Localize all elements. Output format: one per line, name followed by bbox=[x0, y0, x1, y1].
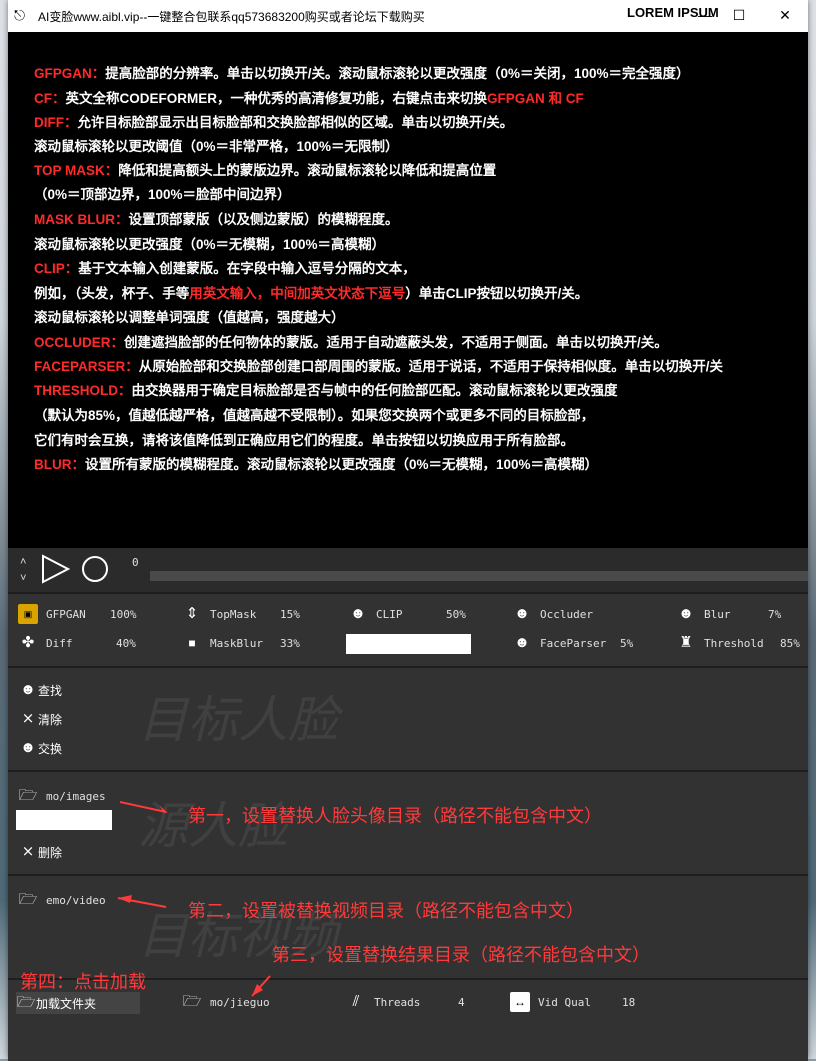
annotation-step-2: 第二，设置被替换视频目录（路径不能包含中文） bbox=[188, 901, 584, 921]
annotation-step-4: 第四：点击加载 bbox=[20, 972, 146, 992]
annotation-step-3: 第三，设置替换结果目录（路径不能包含中文） bbox=[272, 945, 650, 965]
annotation-step-1: 第一，设置替换人脸头像目录（路径不能包含中文） bbox=[188, 806, 602, 826]
arrow-1-line bbox=[119, 801, 167, 813]
